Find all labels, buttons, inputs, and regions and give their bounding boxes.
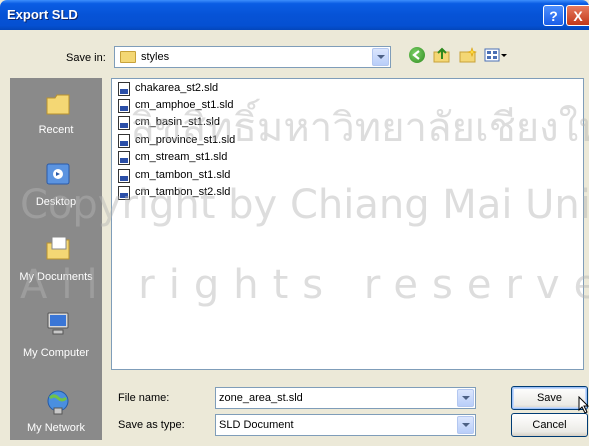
help-button[interactable]: ?	[543, 5, 564, 26]
my-computer-icon	[44, 310, 72, 338]
new-folder-icon[interactable]	[459, 47, 477, 63]
recent-folder-icon	[44, 90, 72, 118]
place-my-documents[interactable]: My Documents	[10, 230, 102, 294]
save-button[interactable]: Save	[511, 386, 588, 410]
save-as-type-label: Save as type:	[118, 419, 185, 431]
save-in-label: Save in:	[66, 52, 106, 64]
place-label: Desktop	[35, 196, 77, 208]
up-folder-icon[interactable]	[433, 47, 451, 63]
my-network-icon	[44, 388, 72, 416]
save-in-dropdown[interactable]: styles	[114, 46, 391, 68]
save-in-value: styles	[141, 51, 170, 63]
chevron-down-icon[interactable]	[457, 389, 474, 407]
chevron-down-icon[interactable]	[372, 48, 389, 66]
sld-file-icon	[118, 134, 130, 148]
file-list[interactable]: chakarea_st2.sld cm_amphoe_st1.sld cm_ba…	[111, 78, 584, 370]
place-desktop[interactable]: Desktop	[10, 158, 102, 218]
file-name: cm_amphoe_st1.sld	[135, 99, 234, 111]
place-label: Recent	[38, 124, 74, 136]
desktop-icon	[44, 162, 72, 190]
file-name: cm_tambon_st2.sld	[135, 186, 231, 198]
file-name: cm_stream_st1.sld	[135, 151, 228, 163]
close-button[interactable]: X	[566, 5, 589, 26]
chevron-down-icon[interactable]	[457, 416, 474, 434]
file-name-input[interactable]: zone_area_st.sld	[215, 387, 476, 409]
save-as-type-dropdown[interactable]: SLD Document	[215, 414, 476, 436]
dialog-title: Export SLD	[7, 7, 78, 22]
places-bar: Recent Desktop My Documents My Computer …	[10, 78, 102, 440]
cancel-button[interactable]: Cancel	[511, 413, 588, 437]
file-name: cm_tambon_st1.sld	[135, 169, 231, 181]
place-recent[interactable]: Recent	[10, 84, 102, 144]
place-my-computer[interactable]: My Computer	[10, 306, 102, 370]
folder-icon	[120, 51, 136, 63]
sld-file-icon	[118, 82, 130, 96]
my-documents-icon	[44, 234, 72, 262]
back-icon[interactable]	[409, 47, 425, 63]
views-menu-icon[interactable]	[484, 47, 508, 63]
save-as-type-value: SLD Document	[219, 419, 294, 431]
sld-file-icon	[118, 186, 130, 200]
place-label: My Computer	[22, 347, 90, 359]
sld-file-icon	[118, 99, 130, 113]
file-name: chakarea_st2.sld	[135, 82, 219, 94]
place-label: My Network	[26, 422, 86, 434]
file-name: cm_basin_st1.sld	[135, 116, 220, 128]
file-name-label: File name:	[118, 392, 170, 404]
sld-file-icon	[118, 151, 130, 165]
file-name: cm_province_st1.sld	[135, 134, 236, 146]
export-sld-dialog: Export SLD ? X Save in: styles Recent De…	[0, 0, 589, 446]
sld-file-icon	[118, 169, 130, 183]
file-name-value: zone_area_st.sld	[219, 392, 303, 404]
title-bar[interactable]: Export SLD ? X	[0, 0, 589, 30]
place-label: My Documents	[19, 271, 93, 283]
place-my-network[interactable]: My Network	[10, 384, 102, 440]
sld-file-icon	[118, 116, 130, 130]
mouse-cursor-icon	[578, 396, 589, 414]
